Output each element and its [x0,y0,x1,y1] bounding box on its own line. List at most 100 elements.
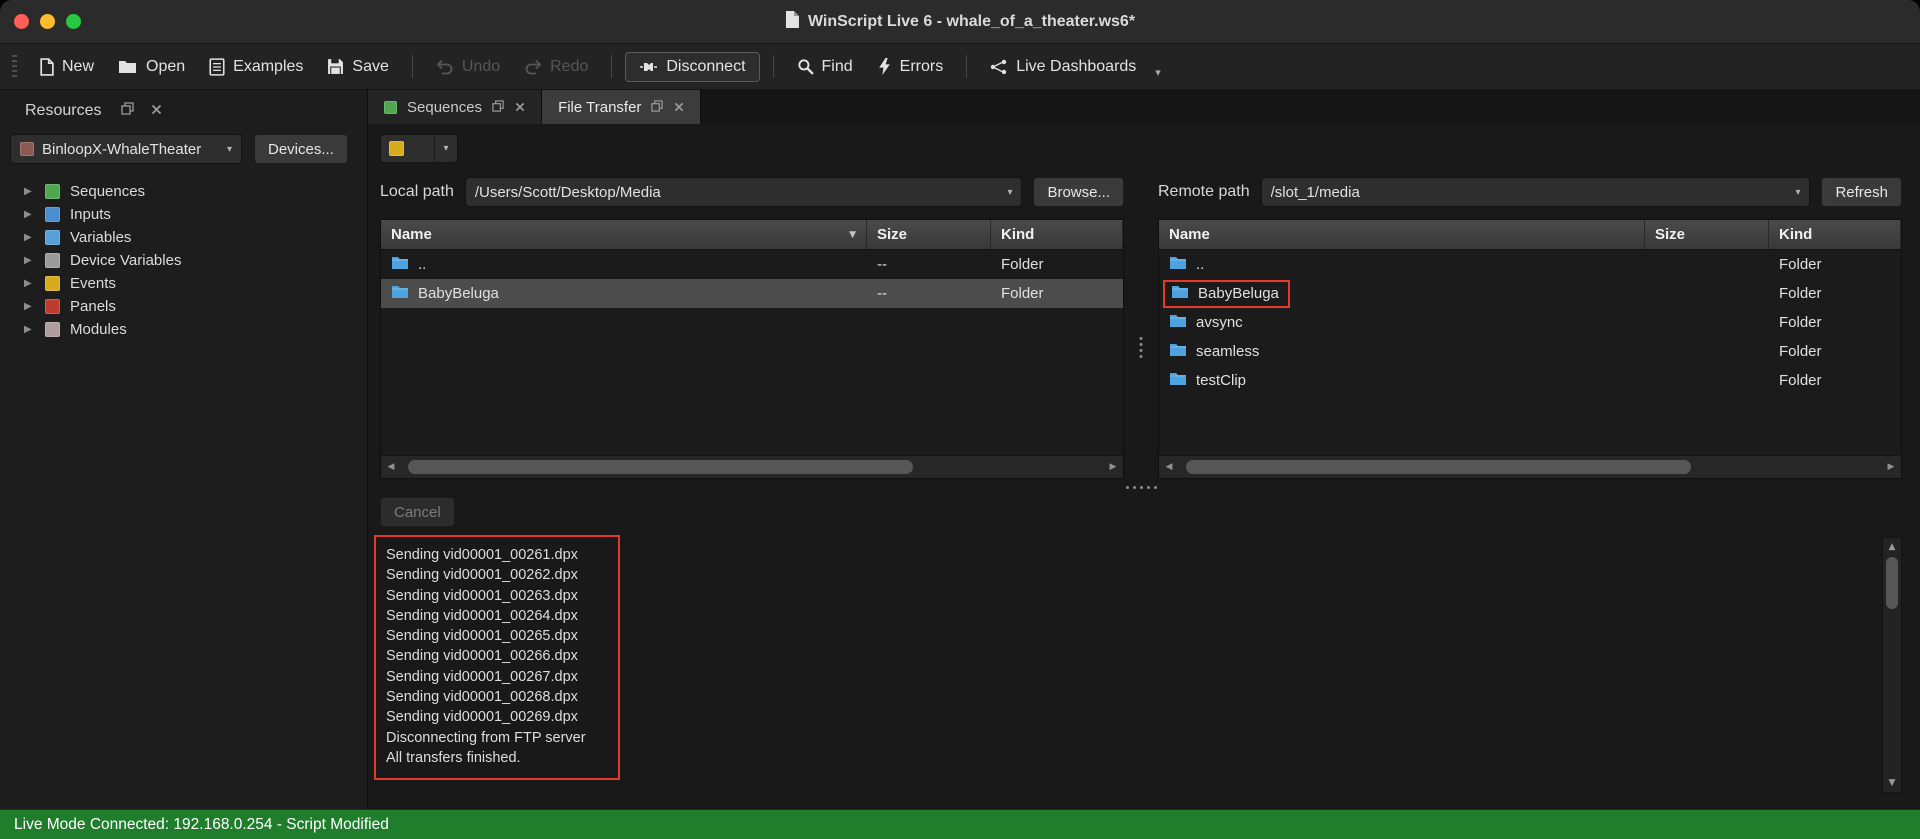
toolbar-separator [412,55,413,78]
slot-selector[interactable]: ▾ [380,134,458,163]
scrollbar-track[interactable] [1179,456,1881,478]
splitter-grip-icon[interactable] [1140,337,1143,358]
devices-button[interactable]: Devices... [254,134,348,164]
pane-splitter[interactable] [1124,177,1158,479]
scroll-right-icon[interactable]: ▶ [1881,462,1901,472]
tab-sequences[interactable]: Sequences [368,90,542,124]
traffic-minimize-button[interactable] [40,14,55,29]
toolbar-drag-handle-icon[interactable] [12,55,17,79]
table-row[interactable]: .. Folder [1159,250,1901,279]
new-button[interactable]: New [29,52,104,82]
table-row[interactable]: seamless Folder [1159,337,1901,366]
scrollbar-thumb[interactable] [1186,460,1691,474]
local-path-value: /Users/Scott/Desktop/Media [475,184,661,201]
device-selector[interactable]: BinloopX-WhaleTheater ▾ [10,134,242,164]
scroll-left-icon[interactable]: ◀ [1159,462,1179,472]
close-tab-icon[interactable] [674,99,684,116]
tree-item-variables[interactable]: ▶ Variables [0,226,367,249]
expand-caret-icon[interactable]: ▶ [24,301,35,312]
remote-path-combobox[interactable]: /slot_1/media ▾ [1261,177,1811,207]
cancel-button[interactable]: Cancel [380,497,455,527]
close-tab-icon[interactable] [515,99,525,116]
expand-caret-icon[interactable]: ▶ [24,232,35,243]
open-button[interactable]: Open [108,52,195,82]
find-button-label: Find [822,58,853,76]
device-icon [20,142,34,156]
chevron-down-icon[interactable]: ▾ [434,135,457,162]
close-panel-icon[interactable] [151,102,162,120]
browse-button[interactable]: Browse... [1033,177,1124,207]
float-tab-icon[interactable] [492,99,504,116]
folder-icon [391,256,409,274]
horizontal-splitter[interactable] [380,479,1902,495]
redo-button-label: Redo [550,58,588,76]
chevron-down-icon[interactable]: ▾ [1795,187,1800,198]
scrollbar-track[interactable] [401,456,1103,478]
file-browser-columns: Local path /Users/Scott/Desktop/Media ▾ … [380,177,1902,479]
expand-caret-icon[interactable]: ▶ [24,186,35,197]
toolbar-separator [966,55,967,78]
column-header-name[interactable]: Name [1159,220,1645,249]
expand-caret-icon[interactable]: ▶ [24,278,35,289]
expand-caret-icon[interactable]: ▶ [24,255,35,266]
scroll-left-icon[interactable]: ◀ [381,462,401,472]
tree-item-device-variables[interactable]: ▶ Device Variables [0,249,367,272]
expand-caret-icon[interactable]: ▶ [24,209,35,220]
splitter-grip-icon[interactable] [1126,486,1157,489]
tree-item-sequences[interactable]: ▶ Sequences [0,180,367,203]
folder-icon [1169,343,1187,361]
traffic-close-button[interactable] [14,14,29,29]
save-button[interactable]: Save [317,52,398,82]
main-toolbar: New Open Examples Save Undo [0,44,1920,90]
table-row[interactable]: .. -- Folder [381,250,1123,279]
table-row[interactable]: avsync Folder [1159,308,1901,337]
horizontal-scrollbar[interactable]: ◀ ▶ [381,455,1123,478]
column-header-kind[interactable]: Kind [1769,220,1901,249]
table-row[interactable]: BabyBeluga Folder [1159,279,1901,308]
errors-button[interactable]: Errors [867,52,954,82]
log-line: Sending vid00001_00269.dpx [386,707,586,727]
window-title-wrap: WinScript Live 6 - whale_of_a_theater.ws… [785,11,1135,33]
tree-item-events[interactable]: ▶ Events [0,272,367,295]
remote-file-table: Name Size Kind [1158,219,1902,479]
tree-item-panels[interactable]: ▶ Panels [0,295,367,318]
live-dashboards-button[interactable]: Live Dashboards [980,52,1146,82]
chevron-down-icon[interactable]: ▾ [1155,66,1161,79]
vertical-scrollbar[interactable]: ▲ ▼ [1882,537,1902,793]
resources-panel: Resources BinloopX-WhaleTheater ▾ [0,90,368,809]
examples-button[interactable]: Examples [199,52,313,82]
undo-button[interactable]: Undo [426,52,510,82]
scroll-right-icon[interactable]: ▶ [1103,462,1123,472]
table-row[interactable]: testClip Folder [1159,366,1901,395]
scroll-down-icon[interactable]: ▼ [1883,774,1901,792]
scrollbar-thumb[interactable] [1886,557,1898,609]
table-row-selected[interactable]: BabyBeluga -- Folder [381,279,1123,308]
column-header-size[interactable]: Size [1645,220,1769,249]
expand-caret-icon[interactable]: ▶ [24,324,35,335]
scrollbar-thumb[interactable] [408,460,913,474]
file-size: -- [867,256,991,273]
scroll-up-icon[interactable]: ▲ [1883,538,1901,556]
float-panel-icon[interactable] [121,102,134,120]
column-header-name[interactable]: Name ▼ [381,220,867,249]
column-label: Name [391,226,432,243]
chevron-down-icon[interactable]: ▾ [1007,187,1012,198]
float-tab-icon[interactable] [651,99,663,116]
tree-item-inputs[interactable]: ▶ Inputs [0,203,367,226]
local-path-combobox[interactable]: /Users/Scott/Desktop/Media ▾ [465,177,1023,207]
disconnect-button[interactable]: Disconnect [625,52,759,82]
traffic-zoom-button[interactable] [66,14,81,29]
column-header-kind[interactable]: Kind [991,220,1123,249]
table-body: .. -- Folder [381,250,1123,455]
redo-button[interactable]: Redo [514,52,598,82]
scrollbar-track[interactable] [1883,609,1901,774]
column-header-size[interactable]: Size [867,220,991,249]
tree-item-modules[interactable]: ▶ Modules [0,318,367,341]
traffic-lights [14,14,81,29]
panels-icon [45,299,60,314]
refresh-button[interactable]: Refresh [1821,177,1902,207]
horizontal-scrollbar[interactable]: ◀ ▶ [1159,455,1901,478]
find-button[interactable]: Find [787,52,863,82]
new-document-icon [39,58,54,76]
tab-file-transfer[interactable]: File Transfer [542,90,701,124]
